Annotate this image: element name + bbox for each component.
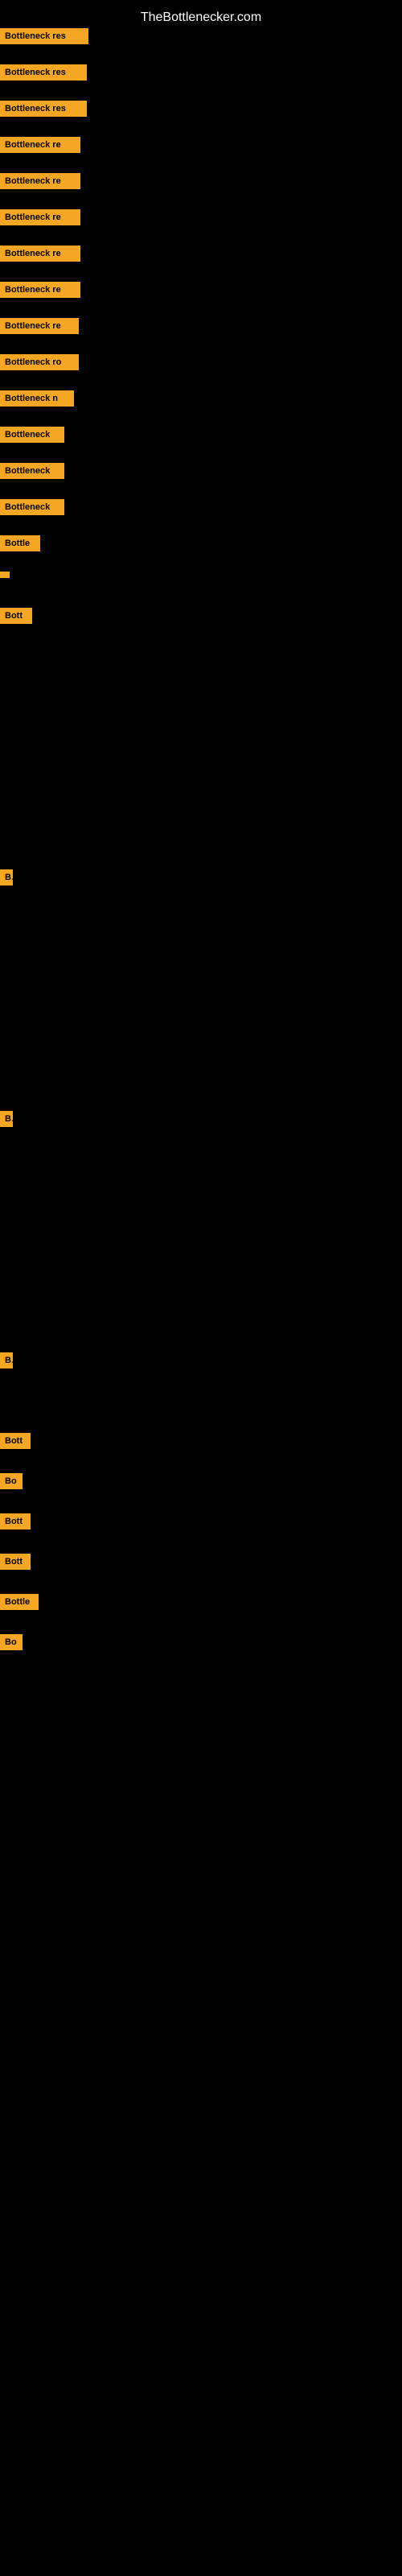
bottleneck-button-18[interactable]: B bbox=[0, 869, 13, 886]
bottleneck-button-3[interactable]: Bottleneck res bbox=[0, 101, 87, 117]
bottleneck-button-14[interactable]: Bottleneck bbox=[0, 499, 64, 515]
bottleneck-button-13[interactable]: Bottleneck bbox=[0, 463, 64, 479]
bottleneck-button-24[interactable]: Bott bbox=[0, 1554, 31, 1570]
bottleneck-button-25[interactable]: Bottle bbox=[0, 1594, 39, 1610]
bottleneck-button-10[interactable]: Bottleneck ro bbox=[0, 354, 79, 370]
bottleneck-button-8[interactable]: Bottleneck re bbox=[0, 282, 80, 298]
bottleneck-button-1[interactable]: Bottleneck res bbox=[0, 28, 88, 44]
bottleneck-button-12[interactable]: Bottleneck bbox=[0, 427, 64, 443]
bottleneck-button-26[interactable]: Bo bbox=[0, 1634, 23, 1650]
bottleneck-button-9[interactable]: Bottleneck re bbox=[0, 318, 79, 334]
bottleneck-button-17[interactable]: Bott bbox=[0, 608, 32, 624]
bottleneck-button-19[interactable]: B bbox=[0, 1111, 13, 1127]
bottleneck-button-22[interactable]: Bo bbox=[0, 1473, 23, 1489]
bottleneck-button-23[interactable]: Bott bbox=[0, 1513, 31, 1530]
bottleneck-button-20[interactable]: B bbox=[0, 1352, 13, 1368]
bottleneck-button-2[interactable]: Bottleneck res bbox=[0, 64, 87, 80]
bottleneck-button-4[interactable]: Bottleneck re bbox=[0, 137, 80, 153]
bottleneck-button-21[interactable]: Bott bbox=[0, 1433, 31, 1449]
bottleneck-button-15[interactable]: Bottle bbox=[0, 535, 40, 551]
bottleneck-button-11[interactable]: Bottleneck n bbox=[0, 390, 74, 407]
bottleneck-button-16[interactable] bbox=[0, 572, 10, 578]
bottleneck-button-7[interactable]: Bottleneck re bbox=[0, 246, 80, 262]
bottleneck-button-5[interactable]: Bottleneck re bbox=[0, 173, 80, 189]
bottleneck-button-6[interactable]: Bottleneck re bbox=[0, 209, 80, 225]
